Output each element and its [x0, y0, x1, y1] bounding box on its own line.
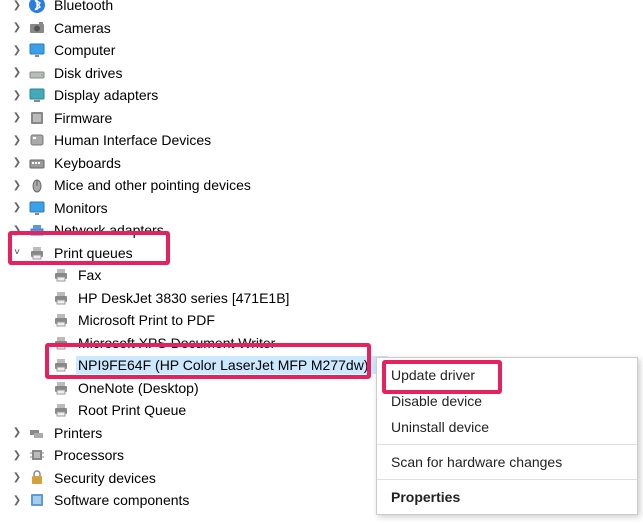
menu-uninstall-device[interactable]: Uninstall device: [377, 414, 637, 440]
chevron-right-icon[interactable]: ❯: [10, 225, 24, 236]
printer-icon: [52, 334, 70, 352]
context-menu: Update driver Disable device Uninstall d…: [376, 357, 638, 515]
menu-separator: [377, 444, 637, 445]
tree-label: Network adapters: [52, 221, 166, 239]
tree-label: Disk drives: [52, 64, 124, 82]
printer-icon: [52, 356, 70, 374]
tree-node-firmware[interactable]: ❯ Firmware: [0, 107, 643, 130]
tree-label-selected: NPI9FE64F (HP Color LaserJet MFP M277dw): [76, 356, 388, 374]
display-icon: [28, 86, 46, 104]
tree-node-computer[interactable]: ❯ Computer: [0, 39, 643, 62]
bluetooth-icon: [28, 0, 46, 14]
tree-node-hid[interactable]: ❯ Human Interface Devices: [0, 129, 643, 152]
tree-label: Root Print Queue: [76, 401, 188, 419]
tree-label: Display adapters: [52, 86, 160, 104]
chevron-right-icon[interactable]: ❯: [10, 157, 24, 168]
cpu-icon: [28, 446, 46, 464]
chevron-right-icon[interactable]: ❯: [10, 90, 24, 101]
network-icon: [28, 221, 46, 239]
tree-label: Processors: [52, 446, 126, 464]
chevron-right-icon[interactable]: ❯: [10, 472, 24, 483]
tree-label: Microsoft Print to PDF: [76, 311, 217, 329]
security-icon: [28, 469, 46, 487]
tree-label: Computer: [52, 41, 117, 59]
printer-icon: [28, 244, 46, 262]
tree-label: Mice and other pointing devices: [52, 176, 253, 194]
printer-icon: [52, 266, 70, 284]
tree-node-disk-drives[interactable]: ❯ Disk drives: [0, 62, 643, 85]
tree-label: Print queues: [52, 244, 135, 262]
printers-icon: [28, 424, 46, 442]
tree-node-cameras[interactable]: ❯ Cameras: [0, 17, 643, 40]
chevron-right-icon[interactable]: ❯: [10, 202, 24, 213]
software-icon: [28, 491, 46, 509]
tree-node-monitors[interactable]: ❯ Monitors: [0, 197, 643, 220]
chevron-right-icon[interactable]: ❯: [10, 112, 24, 123]
tree-child-hp3830[interactable]: ❯ HP DeskJet 3830 series [471E1B]: [0, 287, 643, 310]
menu-scan-hardware[interactable]: Scan for hardware changes: [377, 449, 637, 475]
tree-label: OneNote (Desktop): [76, 379, 201, 397]
keyboard-icon: [28, 154, 46, 172]
monitor-icon: [28, 199, 46, 217]
tree-child-ms-pdf[interactable]: ❯ Microsoft Print to PDF: [0, 309, 643, 332]
tree-label: Monitors: [52, 199, 110, 217]
tree-label: Firmware: [52, 109, 114, 127]
monitor-icon: [28, 41, 46, 59]
tree-node-network[interactable]: ❯ Network adapters: [0, 219, 643, 242]
camera-icon: [28, 19, 46, 37]
tree-label: HP DeskJet 3830 series [471E1B]: [76, 289, 291, 307]
printer-icon: [52, 311, 70, 329]
tree-label: Bluetooth: [52, 0, 115, 14]
chevron-right-icon[interactable]: ❯: [10, 45, 24, 56]
chevron-right-icon[interactable]: ❯: [10, 495, 24, 506]
chevron-right-icon[interactable]: ❯: [10, 180, 24, 191]
tree-label: Printers: [52, 424, 104, 442]
chevron-right-icon[interactable]: ❯: [10, 0, 24, 11]
tree-label: Keyboards: [52, 154, 123, 172]
chevron-right-icon[interactable]: ❯: [10, 22, 24, 33]
tree-child-fax[interactable]: ❯ Fax: [0, 264, 643, 287]
tree-node-mice[interactable]: ❯ Mice and other pointing devices: [0, 174, 643, 197]
tree-label: Security devices: [52, 469, 158, 487]
tree-node-display-adapters[interactable]: ❯ Display adapters: [0, 84, 643, 107]
tree-node-print-queues[interactable]: ˅ Print queues: [0, 242, 643, 265]
mouse-icon: [28, 176, 46, 194]
printer-icon: [52, 289, 70, 307]
chevron-right-icon[interactable]: ❯: [10, 427, 24, 438]
tree-node-bluetooth[interactable]: ❯ Bluetooth: [0, 0, 643, 17]
chevron-right-icon[interactable]: ❯: [10, 135, 24, 146]
chevron-right-icon[interactable]: ❯: [10, 67, 24, 78]
disk-icon: [28, 64, 46, 82]
menu-update-driver[interactable]: Update driver: [377, 362, 637, 388]
menu-properties[interactable]: Properties: [377, 484, 637, 510]
tree-node-keyboards[interactable]: ❯ Keyboards: [0, 152, 643, 175]
chevron-right-icon[interactable]: ❯: [10, 450, 24, 461]
tree-label: Software components: [52, 491, 191, 509]
firmware-icon: [28, 109, 46, 127]
tree-label: Human Interface Devices: [52, 131, 213, 149]
chevron-down-icon[interactable]: ˅: [10, 247, 24, 258]
printer-icon: [52, 401, 70, 419]
tree-label: Cameras: [52, 19, 113, 37]
printer-icon: [52, 379, 70, 397]
hid-icon: [28, 131, 46, 149]
menu-disable-device[interactable]: Disable device: [377, 388, 637, 414]
tree-label: Fax: [76, 266, 103, 284]
tree-label: Microsoft XPS Document Writer: [76, 334, 277, 352]
menu-separator: [377, 479, 637, 480]
tree-child-ms-xps[interactable]: ❯ Microsoft XPS Document Writer: [0, 332, 643, 355]
